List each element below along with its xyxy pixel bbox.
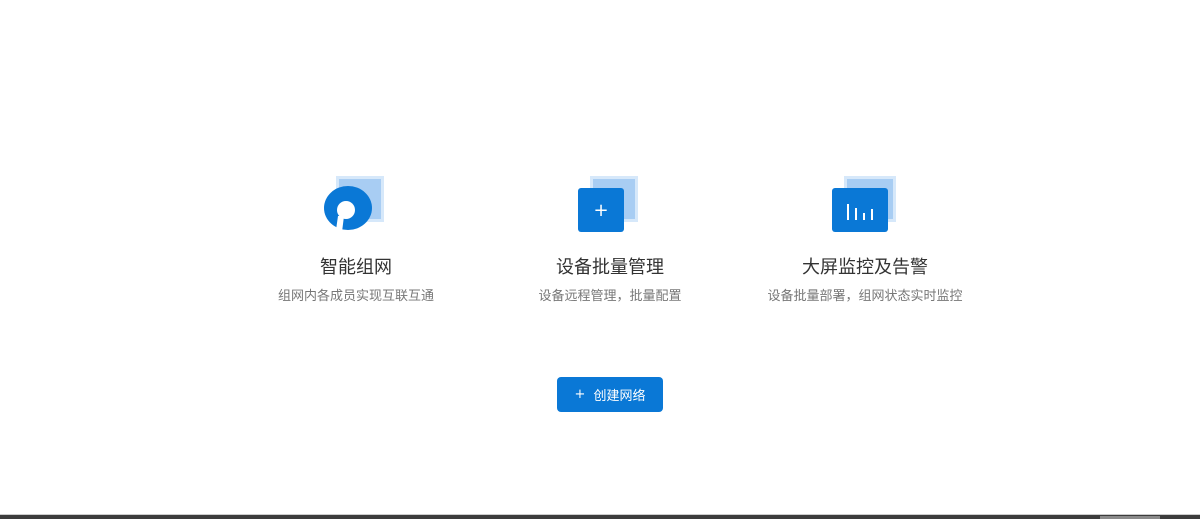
plus-icon: + xyxy=(574,387,586,402)
feature-title: 智能组网 xyxy=(320,257,392,278)
feature-monitoring: 大屏监控及告警 设备批量部署，组网状态实时监控 xyxy=(735,174,995,306)
plus-icon: + xyxy=(578,174,642,234)
feature-title: 设备批量管理 xyxy=(556,257,664,278)
bar-chart-icon xyxy=(832,174,898,234)
feature-subtitle: 组网内各成员实现互联互通 xyxy=(277,289,434,304)
create-network-button[interactable]: + 创建网络 xyxy=(557,377,663,412)
feature-subtitle: 设备批量部署，组网状态实时监控 xyxy=(767,289,963,304)
feature-subtitle: 设备远程管理，批量配置 xyxy=(538,289,682,304)
create-network-label: 创建网络 xyxy=(593,389,646,404)
horizontal-scrollbar[interactable] xyxy=(0,514,1200,519)
feature-title: 大屏监控及告警 xyxy=(802,257,928,278)
network-ring-icon xyxy=(324,174,388,234)
feature-batch-management: + 设备批量管理 设备远程管理，批量配置 xyxy=(480,174,740,306)
feature-smart-network: 智能组网 组网内各成员实现互联互通 xyxy=(226,174,486,306)
